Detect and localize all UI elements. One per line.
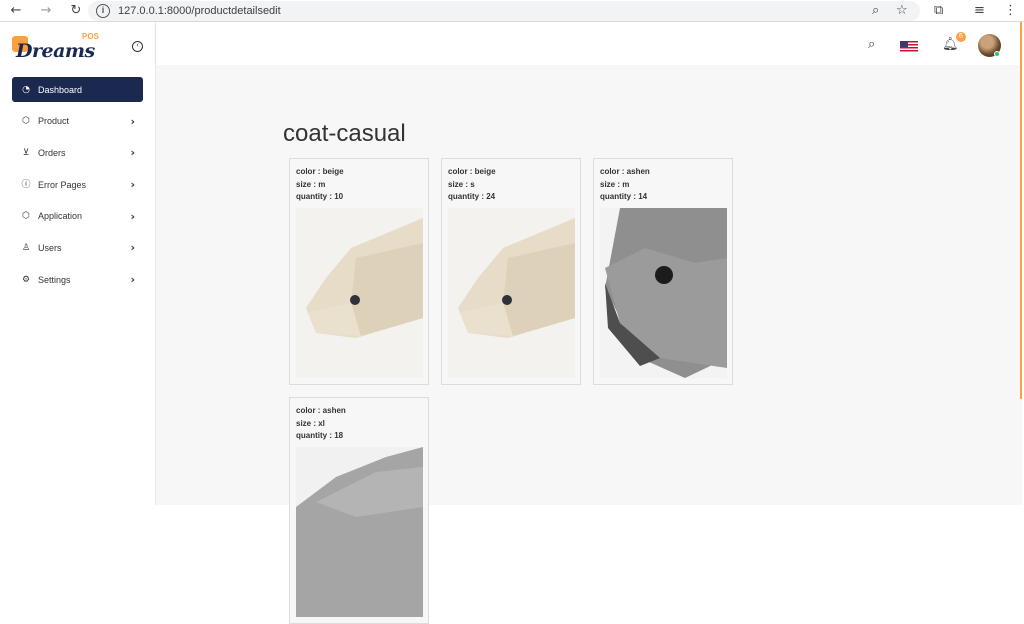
- sidebar-item-label: Error Pages: [38, 179, 87, 190]
- product-image: [448, 208, 575, 378]
- cart-icon: ⊻: [22, 147, 30, 158]
- variant-card: color : ashen size : m quantity : 14: [593, 158, 733, 385]
- collapse-sidebar-icon[interactable]: ‹: [132, 41, 143, 52]
- sidebar-item-orders[interactable]: ⊻ Orders ›: [12, 140, 143, 165]
- back-icon[interactable]: ←: [8, 3, 24, 19]
- page-title: coat-casual: [283, 120, 406, 147]
- product-image: [296, 208, 423, 378]
- chevron-right-icon: ›: [130, 114, 135, 128]
- sidebar-item-label: Orders: [38, 147, 66, 158]
- variant-color: color : ashen: [600, 167, 650, 176]
- cube-icon: ⬡: [22, 211, 30, 222]
- notification-badge: 6: [956, 32, 966, 42]
- sidebar-item-dashboard[interactable]: ◔ Dashboard: [12, 77, 143, 102]
- variant-size: size : m: [600, 180, 630, 189]
- sidebar-item-label: Application: [38, 211, 83, 222]
- variant-card: color : beige size : m quantity : 10: [289, 158, 429, 385]
- sidebar-item-application[interactable]: ⬡ Application ›: [12, 204, 143, 229]
- chevron-right-icon: ›: [130, 146, 135, 160]
- extensions-icon[interactable]: ⧉: [934, 3, 943, 18]
- variant-quantity: quantity : 18: [296, 431, 344, 440]
- forward-icon[interactable]: →: [38, 3, 54, 19]
- variant-color: color : ashen: [296, 406, 346, 415]
- gear-icon: ⚙: [21, 274, 31, 285]
- sidebar-item-label: Dashboard: [38, 84, 83, 95]
- gauge-icon: ◔: [22, 84, 30, 95]
- sidebar-item-users[interactable]: ♙ Users ›: [12, 235, 143, 260]
- alert-circle-icon: ⓘ: [21, 179, 31, 190]
- main-content: coat-casual color : beige size : m quant…: [156, 65, 1022, 624]
- tab-search-icon[interactable]: ≡: [974, 3, 985, 18]
- chrome-menu-icon[interactable]: ⋮: [1004, 3, 1017, 18]
- site-info-icon[interactable]: i: [96, 4, 110, 18]
- sidebar-item-label: Settings: [38, 274, 71, 285]
- variant-card: color : ashen size : xl quantity : 18: [289, 397, 429, 624]
- sidebar-item-error-pages[interactable]: ⓘ Error Pages ›: [12, 172, 143, 197]
- sidebar-menu: ◔ Dashboard ⬡ Product › ⊻ Orders › ⓘ Err…: [12, 77, 143, 299]
- reload-icon[interactable]: ↻: [68, 3, 84, 19]
- variant-color: color : beige: [296, 167, 344, 176]
- variant-size: size : m: [296, 180, 326, 189]
- chevron-right-icon: ›: [130, 209, 135, 223]
- variant-quantity: quantity : 24: [448, 192, 496, 201]
- variant-quantity: quantity : 14: [600, 192, 648, 201]
- scroll-indicator: [1020, 22, 1022, 399]
- sidebar: Dreams POS ‹ ◔ Dashboard ⬡ Product › ⊻ O…: [0, 22, 156, 505]
- bookmark-star-icon[interactable]: ☆: [896, 3, 908, 18]
- chevron-right-icon: ›: [130, 241, 135, 255]
- variant-size: size : s: [448, 180, 475, 189]
- variant-card: color : beige size : s quantity : 24: [441, 158, 581, 385]
- product-image: [600, 208, 727, 378]
- sidebar-item-product[interactable]: ⬡ Product ›: [12, 109, 143, 134]
- variant-size: size : xl: [296, 419, 325, 428]
- product-image: [296, 447, 423, 617]
- box-icon: ⬡: [22, 116, 30, 127]
- us-flag-icon[interactable]: [900, 41, 918, 52]
- variant-color: color : beige: [448, 167, 496, 176]
- user-icon: ♙: [21, 242, 31, 253]
- zoom-icon[interactable]: ⌕: [872, 3, 879, 18]
- url-text[interactable]: 127.0.0.1:8000/productdetailsedit: [118, 5, 281, 17]
- variant-quantity: quantity : 10: [296, 192, 344, 201]
- sidebar-item-label: Users: [38, 242, 62, 253]
- sidebar-item-label: Product: [38, 116, 70, 127]
- online-status-dot: [994, 51, 1000, 57]
- logo-pos-label: POS: [82, 32, 99, 41]
- address-bar[interactable]: i 127.0.0.1:8000/productdetailsedit ⌕ ☆: [88, 1, 920, 21]
- logo[interactable]: Dreams POS: [12, 32, 102, 62]
- sidebar-item-settings[interactable]: ⚙ Settings ›: [12, 267, 143, 292]
- chevron-right-icon: ›: [130, 273, 135, 287]
- browser-toolbar: ← → ↻ i 127.0.0.1:8000/productdetailsedi…: [0, 0, 1024, 22]
- search-icon[interactable]: ⌕: [868, 37, 875, 52]
- chevron-right-icon: ›: [130, 178, 135, 192]
- logo-wordmark: Dreams: [16, 40, 95, 62]
- top-header: ⌕ 🔔︎ 6: [156, 22, 1022, 65]
